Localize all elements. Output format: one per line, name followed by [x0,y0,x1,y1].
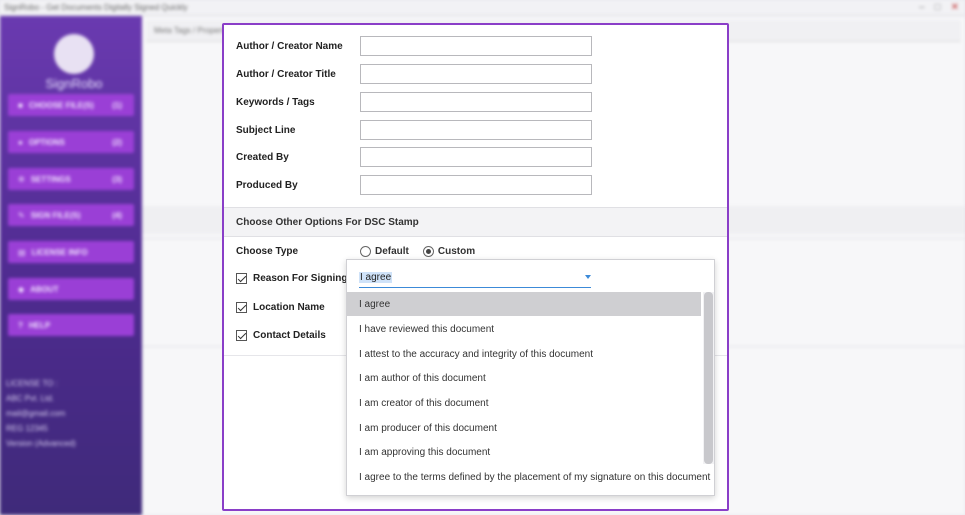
dropdown-option[interactable]: I am producer of this document [347,416,701,440]
sidebar-item-label: OPTIONS [28,137,65,147]
license-line: mail@gmail.com [6,409,66,418]
author-title-row: Author / Creator Title [236,64,592,84]
sidebar-item-number: (4) [112,210,122,220]
location-name-label: Location Name [253,302,325,313]
author-title-label: Author / Creator Title [236,68,336,80]
sidebar-item-number: (3) [112,174,122,184]
contact-details-label: Contact Details [253,330,326,341]
sidebar-item-help[interactable]: ? HELP [8,314,134,336]
dropdown-option[interactable]: I attest to the accuracy and integrity o… [347,342,701,366]
logo-icon [54,34,94,74]
app-title: SignRobo - Get Documents Digitally Signe… [4,3,188,12]
dropdown-option[interactable]: I am author of this document [347,366,701,390]
radio-default[interactable]: Default [360,246,409,257]
title-bar: SignRobo - Get Documents Digitally Signe… [0,0,965,16]
license-line: REG 12345 [6,424,48,433]
sidebar-item-label: SETTINGS [30,174,71,184]
dropdown-scrollbar[interactable] [703,292,714,464]
reason-dropdown-popup: I agree I agree I have reviewed this doc… [346,259,715,496]
keywords-input[interactable] [360,92,592,112]
radio-custom[interactable]: Custom [422,246,476,257]
sidebar-item-options[interactable]: ● OPTIONS (2) [8,131,134,153]
produced-by-input[interactable] [360,175,592,195]
subject-row: Subject Line [236,120,592,140]
choose-type-row: Choose Type Default Custom [236,246,485,257]
close-icon[interactable]: ✕ [951,2,959,13]
keywords-row: Keywords / Tags [236,92,592,112]
minimize-icon[interactable]: – [919,2,925,13]
help-icon: ? [18,320,23,330]
window-controls: – □ ✕ [919,2,959,13]
dsc-stamp-section-header: Choose Other Options For DSC Stamp [224,207,727,237]
reason-combobox-value[interactable]: I agree [359,272,393,283]
license-line: Version (Advanced) [6,439,76,448]
sidebar-item-settings[interactable]: ✲ SETTINGS (3) [8,168,134,190]
sign-icon: ✎ [18,210,25,220]
author-name-input[interactable] [360,36,592,56]
dropdown-option[interactable]: I agree to the terms defined by the plac… [347,465,710,489]
location-name-checkbox[interactable] [236,302,247,313]
sidebar-item-label: CHOOSE FILE(S) [28,100,94,110]
license-info: LICENSE TO : ABC Pvt. Ltd. mail@gmail.co… [6,376,76,451]
dropdown-option[interactable]: I am approving this document [347,440,701,464]
keywords-label: Keywords / Tags [236,96,315,108]
logo-text: SignRobo [45,76,103,91]
reason-for-signing-label: Reason For Signing [253,273,348,284]
sidebar-item-label: SIGN FILE(S) [30,210,81,220]
radio-custom-button[interactable] [422,246,434,257]
sidebar-item-label: LICENSE INFO [31,247,88,257]
author-title-input[interactable] [360,64,592,84]
options-icon: ● [18,137,23,147]
reason-combobox[interactable]: I agree [359,268,591,288]
reason-for-signing-checkbox[interactable] [236,273,247,284]
reason-for-signing-row: Reason For Signing [236,273,347,284]
sidebar-item-about[interactable]: ◆ ABOUT [8,278,134,300]
radio-default-label: Default [375,246,409,257]
scrollbar-thumb[interactable] [704,292,713,464]
dropdown-option[interactable]: I have reviewed this document [347,317,701,341]
sidebar-item-label: ABOUT [30,284,59,294]
subject-label: Subject Line [236,124,296,136]
license-icon: ▤ [18,247,26,257]
license-heading: LICENSE TO : [6,379,58,388]
app-logo: SignRobo [34,34,114,91]
maximize-icon[interactable]: □ [935,2,941,13]
sidebar: SignRobo ■ CHOOSE FILE(S) (1) ● OPTIONS … [0,16,142,515]
sidebar-item-license-info[interactable]: ▤ LICENSE INFO [8,241,134,263]
subject-input[interactable] [360,120,592,140]
about-icon: ◆ [18,284,25,294]
sidebar-item-choose-files[interactable]: ■ CHOOSE FILE(S) (1) [8,94,134,116]
sidebar-item-sign-files[interactable]: ✎ SIGN FILE(S) (4) [8,204,134,226]
radio-custom-label: Custom [437,246,476,257]
location-name-row: Location Name [236,302,325,313]
dropdown-option[interactable]: I am creator of this document [347,391,701,415]
settings-icon: ✲ [18,174,25,184]
created-by-label: Created By [236,151,289,163]
contact-details-row: Contact Details [236,330,326,341]
produced-by-label: Produced By [236,179,298,191]
choose-type-radio-group: Default Custom [360,246,485,257]
produced-by-row: Produced By [236,175,592,195]
license-line: ABC Pvt. Ltd. [6,394,55,403]
created-by-input[interactable] [360,147,592,167]
radio-default-button[interactable] [360,246,371,257]
sidebar-item-label: HELP [28,320,51,330]
chevron-down-icon[interactable] [585,275,591,279]
author-name-label: Author / Creator Name [236,40,343,52]
author-name-row: Author / Creator Name [236,36,592,56]
sidebar-item-number: (2) [112,137,122,147]
sidebar-item-number: (1) [112,100,122,110]
contact-details-checkbox[interactable] [236,330,247,341]
created-by-row: Created By [236,147,592,167]
choose-type-label: Choose Type [236,246,299,257]
dropdown-option[interactable]: I agree [347,292,701,316]
file-icon: ■ [18,100,23,110]
